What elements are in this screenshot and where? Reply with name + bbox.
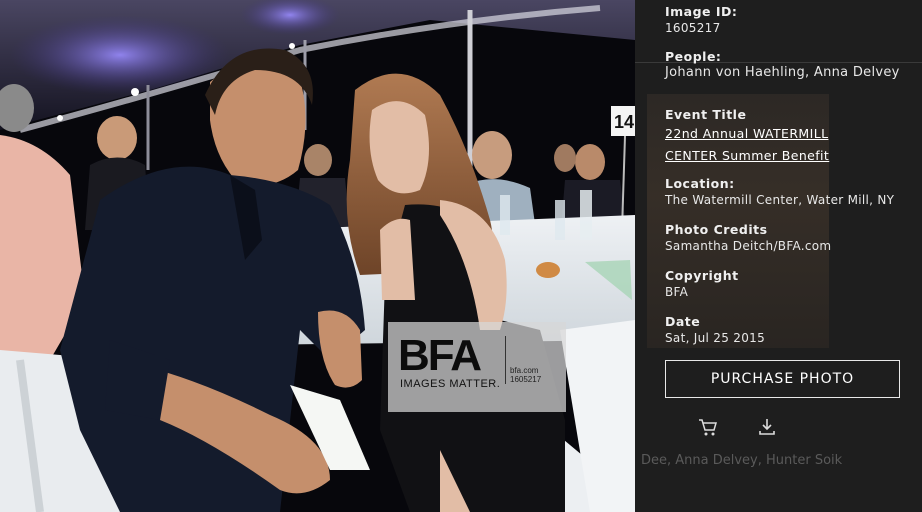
details-panel: Dee, Anna Delvey, Hunter Soik Image ID: … xyxy=(635,0,922,512)
bfa-watermark: BFA IMAGES MATTER. bfa.com 1605217 xyxy=(388,322,566,412)
watermark-image-id: 1605217 xyxy=(510,375,542,384)
copyright-block: Copyright BFA xyxy=(665,268,739,300)
copyright-label: Copyright xyxy=(665,268,739,283)
watermark-tagline: IMAGES MATTER. xyxy=(400,378,501,390)
event-photo: 14 BFA IMAGES MATTER. bfa.com 1605217 xyxy=(0,0,635,512)
background-names: Dee, Anna Delvey, Hunter Soik xyxy=(641,453,843,468)
date-value: Sat, Jul 25 2015 xyxy=(665,331,766,345)
watermark-site: bfa.com 1605217 xyxy=(510,366,541,384)
image-id-value: 1605217 xyxy=(665,21,721,35)
image-id-label: Image ID: xyxy=(665,4,738,19)
photo-credits-value: Samantha Deitch/BFA.com xyxy=(665,239,832,253)
cart-icon[interactable] xyxy=(697,416,719,438)
people-value: Johann von Haehling, Anna Delvey xyxy=(665,65,900,80)
bfa-logo: BFA xyxy=(398,331,482,380)
download-icon[interactable] xyxy=(756,416,778,438)
purchase-photo-button[interactable]: PURCHASE PHOTO xyxy=(665,360,900,398)
location-block: Location: The Watermill Center, Water Mi… xyxy=(665,176,894,208)
people-block: People: Johann von Haehling, Anna Delvey xyxy=(665,49,900,81)
cart-icon-svg xyxy=(699,419,717,436)
photo-scene: 14 xyxy=(0,0,635,512)
copyright-value: BFA xyxy=(665,285,689,299)
watermark-site-url: bfa.com xyxy=(510,366,539,375)
credits-block: Photo Credits Samantha Deitch/BFA.com xyxy=(665,222,831,254)
event-title-link-line2[interactable]: CENTER Summer Benefit xyxy=(665,145,829,167)
table-number: 14 xyxy=(614,112,634,132)
photo-credits-label: Photo Credits xyxy=(665,222,768,237)
date-block: Date Sat, Jul 25 2015 xyxy=(665,314,765,346)
location-label: Location: xyxy=(665,176,735,191)
event-block: Event Title 22nd Annual WATERMILL CENTER… xyxy=(665,107,829,167)
image-id-block: Image ID: 1605217 xyxy=(665,4,737,36)
event-title-link-line1[interactable]: 22nd Annual WATERMILL xyxy=(665,123,829,145)
download-icon-svg xyxy=(759,419,775,435)
location-value: The Watermill Center, Water Mill, NY xyxy=(665,193,895,207)
watermark-divider xyxy=(505,336,506,384)
people-label: People: xyxy=(665,49,722,64)
date-label: Date xyxy=(665,314,701,329)
event-title-label: Event Title xyxy=(665,107,747,122)
